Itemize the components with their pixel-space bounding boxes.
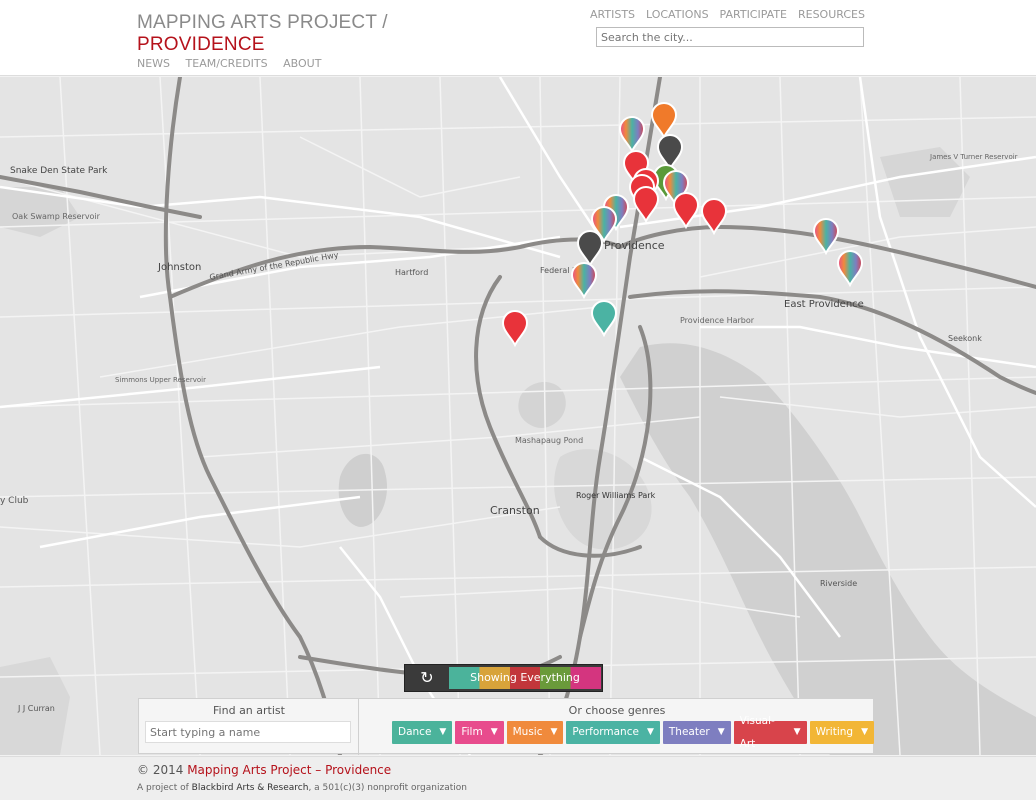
- genre-writing-button[interactable]: Writing ▼: [809, 721, 874, 744]
- genre-dance-button[interactable]: Dance ▼: [392, 721, 453, 744]
- site-title-line2[interactable]: PROVIDENCE: [137, 34, 388, 56]
- map-marker[interactable]: [656, 134, 684, 172]
- map-canvas[interactable]: Providence East Providence Cranston John…: [0, 77, 1036, 755]
- map-marker[interactable]: [570, 262, 598, 300]
- genre-writing-label: Writing: [815, 726, 854, 738]
- artist-search-input[interactable]: [145, 721, 351, 743]
- nav-news[interactable]: NEWS: [137, 57, 170, 70]
- nav-participate[interactable]: PARTICIPATE: [720, 8, 787, 21]
- label-mashapaug-pond[interactable]: Mashapaug Pond: [515, 436, 583, 445]
- find-artist-section: Find an artist: [139, 699, 359, 755]
- filter-icon: ▼: [550, 727, 558, 737]
- marker-pin[interactable]: [812, 218, 840, 256]
- genre-visual-art-button[interactable]: Visual-Art ▼: [733, 715, 807, 750]
- map-marker[interactable]: [650, 102, 678, 140]
- genre-visual-art-label: Visual-Art: [739, 714, 775, 750]
- map-marker[interactable]: [836, 250, 864, 288]
- showing-everything-label: Showing Everything: [470, 671, 580, 684]
- map-marker[interactable]: [501, 310, 529, 348]
- filter-icon: ▼: [717, 727, 725, 737]
- map-marker[interactable]: [618, 116, 646, 154]
- genre-dance-label: Dance: [398, 726, 432, 738]
- marker-pin[interactable]: [501, 310, 529, 348]
- label-johnston[interactable]: Johnston: [157, 262, 201, 273]
- label-east-providence[interactable]: East Providence: [784, 299, 864, 310]
- copyright-link[interactable]: Mapping Arts Project – Providence: [187, 763, 391, 777]
- marker-pin[interactable]: [656, 134, 684, 172]
- credit-line: A project of Blackbird Arts & Research, …: [137, 783, 467, 793]
- showing-everything-button[interactable]: Showing Everything: [449, 667, 601, 689]
- footer: © 2014 Mapping Arts Project – Providence…: [0, 756, 1036, 800]
- map-marker[interactable]: [812, 218, 840, 256]
- marker-pin[interactable]: [650, 102, 678, 140]
- label-roger-williams-park[interactable]: Roger Williams Park: [576, 491, 656, 500]
- mashapaug-pond-water: [518, 382, 566, 428]
- genre-theater-button[interactable]: Theater ▼: [662, 721, 731, 744]
- marker-pin[interactable]: [836, 250, 864, 288]
- genre-performance-label: Performance: [572, 726, 639, 738]
- copyright: © 2014 Mapping Arts Project – Providence: [137, 763, 391, 777]
- city-search-input[interactable]: [596, 27, 864, 47]
- genre-film-label: Film: [461, 726, 483, 738]
- filter-panel: Find an artist Or choose genres Dance ▼ F…: [138, 698, 874, 755]
- credit-org-link[interactable]: Blackbird Arts & Research: [192, 783, 309, 793]
- genre-performance-button[interactable]: Performance ▼: [566, 721, 660, 744]
- i-295: [163, 77, 342, 755]
- label-riverside[interactable]: Riverside: [820, 579, 857, 588]
- marker-pin[interactable]: [576, 230, 604, 268]
- map-svg[interactable]: Providence East Providence Cranston John…: [0, 77, 1036, 755]
- copyright-year: © 2014: [137, 763, 184, 777]
- label-snake-den[interactable]: Snake Den State Park: [10, 166, 108, 176]
- label-cranston[interactable]: Cranston: [490, 504, 540, 517]
- site-title[interactable]: MAPPING ARTS PROJECT / PROVIDENCE: [137, 12, 388, 56]
- label-james-turner-reservoir[interactable]: James V Turner Reservoir: [929, 153, 1018, 161]
- label-club[interactable]: y Club: [0, 496, 29, 506]
- credit-suffix: , a 501(c)(3) nonprofit organization: [308, 783, 467, 793]
- marker-pin[interactable]: [618, 116, 646, 154]
- filter-icon: ▼: [646, 727, 654, 737]
- secondary-nav: NEWS TEAM/CREDITS ABOUT: [137, 57, 333, 70]
- genre-music-button[interactable]: Music ▼: [506, 721, 564, 744]
- label-simmons-reservoir[interactable]: Simmons Upper Reservoir: [115, 376, 206, 384]
- label-seekonk[interactable]: Seekonk: [948, 334, 982, 343]
- genre-film-button[interactable]: Film ▼: [455, 721, 504, 744]
- genre-section-title: Or choose genres: [568, 704, 666, 717]
- filter-icon: ▼: [861, 727, 868, 737]
- filter-icon: ▼: [793, 727, 801, 737]
- page: MAPPING ARTS PROJECT / PROVIDENCE NEWS T…: [0, 0, 1036, 800]
- nav-resources[interactable]: RESOURCES: [798, 8, 865, 21]
- genre-toggle[interactable]: ↻ Showing Everything: [404, 664, 603, 692]
- label-oak-swamp[interactable]: Oak Swamp Reservoir: [12, 212, 101, 221]
- filter-icon: ▼: [439, 727, 447, 737]
- marker-pin[interactable]: [570, 262, 598, 300]
- genre-section: Or choose genres Dance ▼ Film ▼ Music ▼ Per…: [360, 699, 874, 755]
- nav-artists[interactable]: ARTISTS: [590, 8, 635, 21]
- nav-about[interactable]: ABOUT: [283, 57, 321, 70]
- primary-nav: ARTISTS LOCATIONS PARTICIPATE RESOURCES: [590, 8, 865, 21]
- find-artist-title: Find an artist: [213, 704, 285, 717]
- marker-pin[interactable]: [590, 300, 618, 338]
- genre-theater-label: Theater: [668, 726, 710, 738]
- label-providence[interactable]: Providence: [604, 239, 665, 252]
- filter-icon: ▼: [490, 727, 498, 737]
- marker-pin[interactable]: [672, 192, 700, 230]
- genre-chips: Dance ▼ Film ▼ Music ▼ Performance ▼ Theater…: [392, 715, 874, 750]
- map-marker[interactable]: [590, 300, 618, 338]
- map-marker[interactable]: [672, 192, 700, 230]
- label-hartford[interactable]: Hartford: [395, 268, 428, 277]
- nav-team-credits[interactable]: TEAM/CREDITS: [186, 57, 268, 70]
- label-providence-harbor[interactable]: Providence Harbor: [680, 316, 755, 325]
- label-jj-curran[interactable]: J J Curran: [17, 704, 55, 713]
- genre-music-label: Music: [512, 726, 543, 738]
- header: MAPPING ARTS PROJECT / PROVIDENCE NEWS T…: [0, 0, 1036, 76]
- map-marker[interactable]: [576, 230, 604, 268]
- nav-locations[interactable]: LOCATIONS: [646, 8, 709, 21]
- refresh-icon[interactable]: ↻: [409, 667, 445, 689]
- credit-prefix: A project of: [137, 783, 189, 793]
- site-title-line1[interactable]: MAPPING ARTS PROJECT /: [137, 12, 388, 34]
